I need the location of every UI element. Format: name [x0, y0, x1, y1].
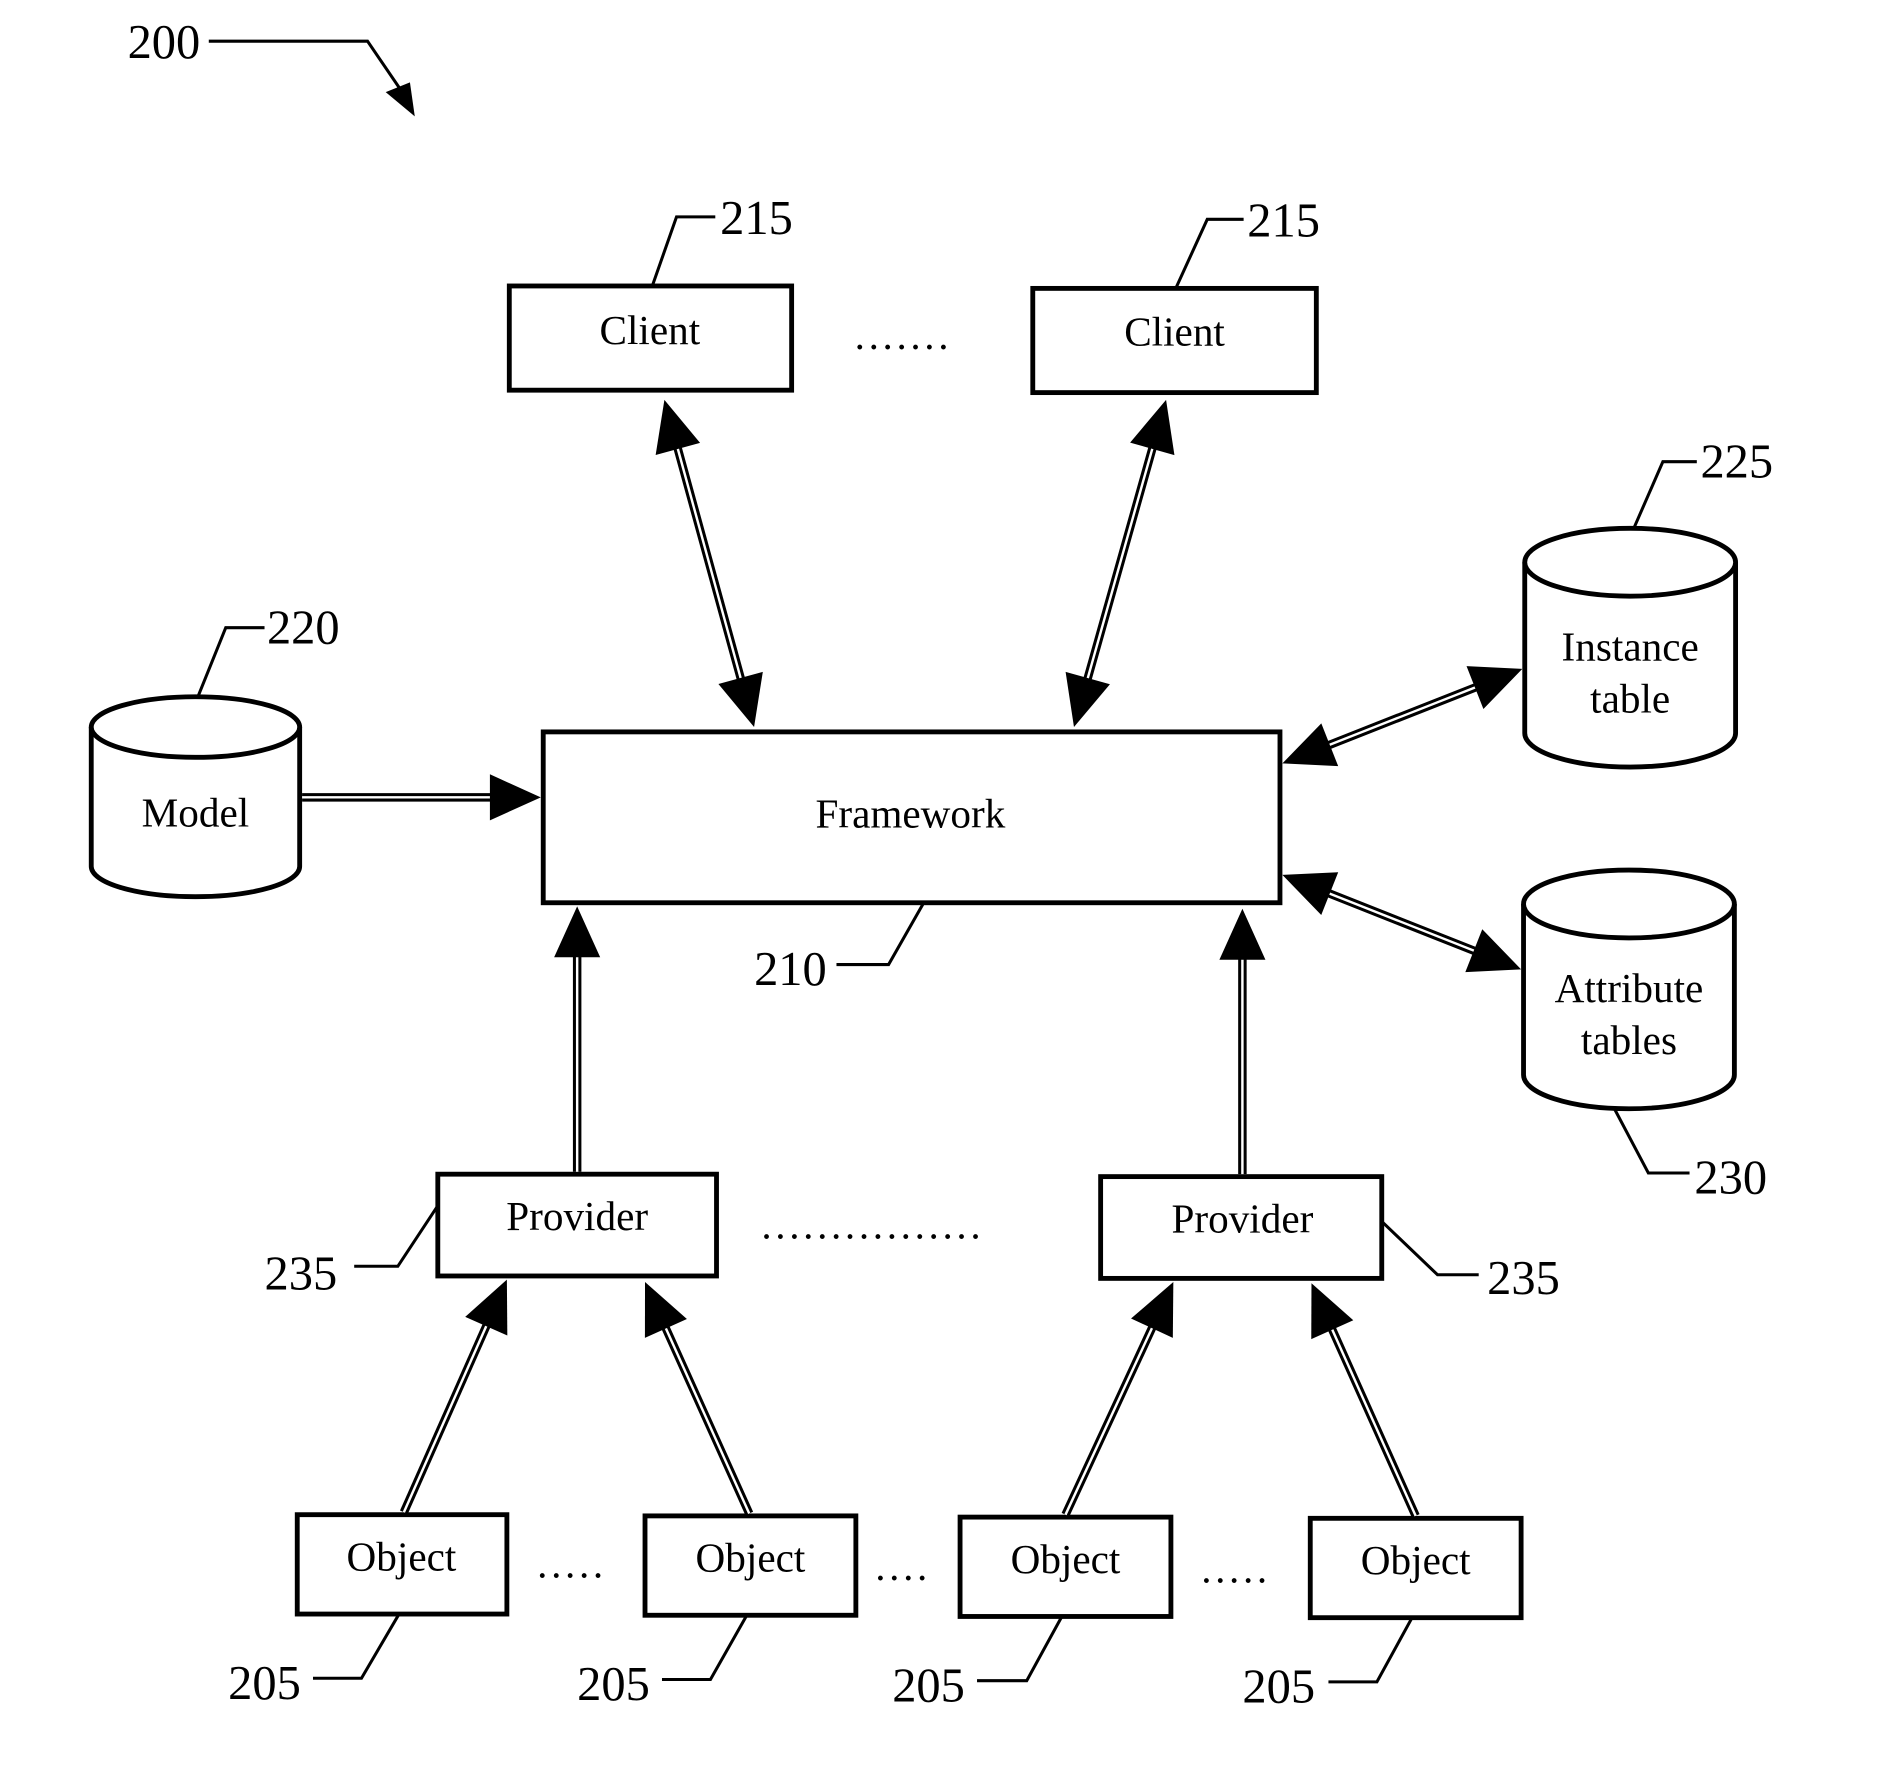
instance-table-label-line2: table [1590, 676, 1670, 722]
clients-ellipsis: ....... [855, 312, 953, 358]
client-node-left: Client 215 [506, 192, 795, 393]
figure-ref-label: 200 [128, 16, 201, 69]
client-label: Client [600, 307, 701, 353]
arrowhead [1065, 671, 1110, 728]
object-ref: 205 [228, 1657, 301, 1710]
client-ref: 215 [1247, 194, 1320, 247]
arrowhead [489, 774, 541, 821]
object-label: Object [347, 1533, 457, 1579]
object-ref-leader [977, 1615, 1064, 1683]
framework-label: Framework [815, 791, 1005, 837]
provider-ref: 235 [1487, 1252, 1560, 1305]
object-label: Object [1011, 1536, 1121, 1582]
connector-objects-2-to-provider_right [1061, 1324, 1157, 1517]
architecture-diagram: 200 Client 215 ....... Client 215 Model … [88, 16, 1773, 1714]
framework-ref-leader [836, 902, 926, 967]
arrowhead [1130, 399, 1175, 456]
object-node: Object 205 [228, 1512, 510, 1710]
object-ref: 205 [1242, 1661, 1315, 1714]
client-node-right: Client 215 [1030, 194, 1320, 396]
instance-table-datastore: Instance table 225 [1522, 435, 1773, 770]
objects-ellipsis-3: ..... [1201, 1546, 1271, 1592]
object-ref-leader [1328, 1616, 1414, 1684]
connector-framework-to-instance_table [1325, 682, 1479, 750]
arrow-shaft-inner [676, 446, 743, 681]
client-ref: 215 [720, 192, 793, 245]
figure-ref-arrowhead [385, 82, 415, 117]
arrow-shaft-inner [1085, 446, 1155, 681]
provider-label: Provider [1171, 1195, 1313, 1241]
model-ref-leader [196, 626, 265, 698]
objects-ellipsis-1: ..... [537, 1541, 607, 1587]
provider-ref: 235 [265, 1247, 338, 1300]
arrow-shaft-inner [1327, 891, 1477, 953]
instance-table-ref-leader [1632, 460, 1697, 529]
object-ref: 205 [577, 1658, 650, 1711]
attribute-tables-ref-leader [1613, 1108, 1690, 1175]
figure-reference: 200 [128, 16, 415, 117]
client-ref-leader [1174, 217, 1244, 290]
attribute-tables-label-line1: Attribute [1555, 965, 1704, 1011]
object-label: Object [1361, 1537, 1471, 1583]
provider-node-left: Provider 235 [265, 1171, 719, 1300]
arrowhead [1219, 908, 1266, 960]
attribute-tables-datastore: Attribute tables 230 [1521, 867, 1767, 1205]
instance-table-label-line1: Instance [1562, 623, 1699, 669]
provider-ref-leader [1380, 1220, 1479, 1277]
arrow-shaft-inner [663, 1325, 751, 1514]
providers-ellipsis: ................ [761, 1201, 984, 1247]
arrowhead [655, 399, 701, 456]
arrowhead [554, 906, 601, 958]
object-node: Object 205 [1242, 1515, 1524, 1714]
framework-ref: 210 [754, 943, 827, 996]
object-node: Object 205 [577, 1513, 859, 1711]
connector-arrows [302, 399, 1523, 1518]
model-label: Model [142, 789, 250, 835]
arrow-shaft-inner [1064, 1325, 1155, 1516]
framework-node: Framework 210 [540, 729, 1283, 996]
object-node: Object 205 [892, 1514, 1174, 1712]
arrowhead [718, 671, 763, 728]
connector-objects-3-to-provider_right [1327, 1325, 1420, 1518]
attribute-tables-label-line2: tables [1581, 1017, 1677, 1063]
connector-objects-1-to-provider_left [661, 1324, 754, 1516]
model-datastore: Model 220 [88, 601, 340, 900]
connector-objects-0-to-provider_left [399, 1322, 492, 1514]
objects-ellipsis-2: .... [875, 1543, 931, 1589]
object-label: Object [696, 1535, 806, 1581]
connector-client_right-to-framework [1083, 445, 1158, 682]
figure-ref-leader [208, 39, 406, 96]
object-ref-leader [312, 1613, 401, 1680]
arrow-shaft-inner [402, 1323, 489, 1513]
attribute-tables-ref: 230 [1694, 1152, 1767, 1205]
provider-ref-leader [354, 1204, 440, 1268]
arrow-shaft-inner [1327, 685, 1478, 747]
instance-table-ref: 225 [1700, 435, 1773, 488]
client-ref-leader [650, 215, 716, 287]
connector-framework-to-attribute_tables [1325, 888, 1478, 956]
object-ref-leader [661, 1614, 749, 1681]
provider-label: Provider [506, 1193, 648, 1239]
arrow-shaft-inner [1330, 1326, 1417, 1517]
client-label: Client [1124, 308, 1225, 354]
model-ref: 220 [267, 601, 340, 654]
object-ref: 205 [892, 1659, 965, 1712]
connector-client_left-to-framework [673, 445, 746, 682]
